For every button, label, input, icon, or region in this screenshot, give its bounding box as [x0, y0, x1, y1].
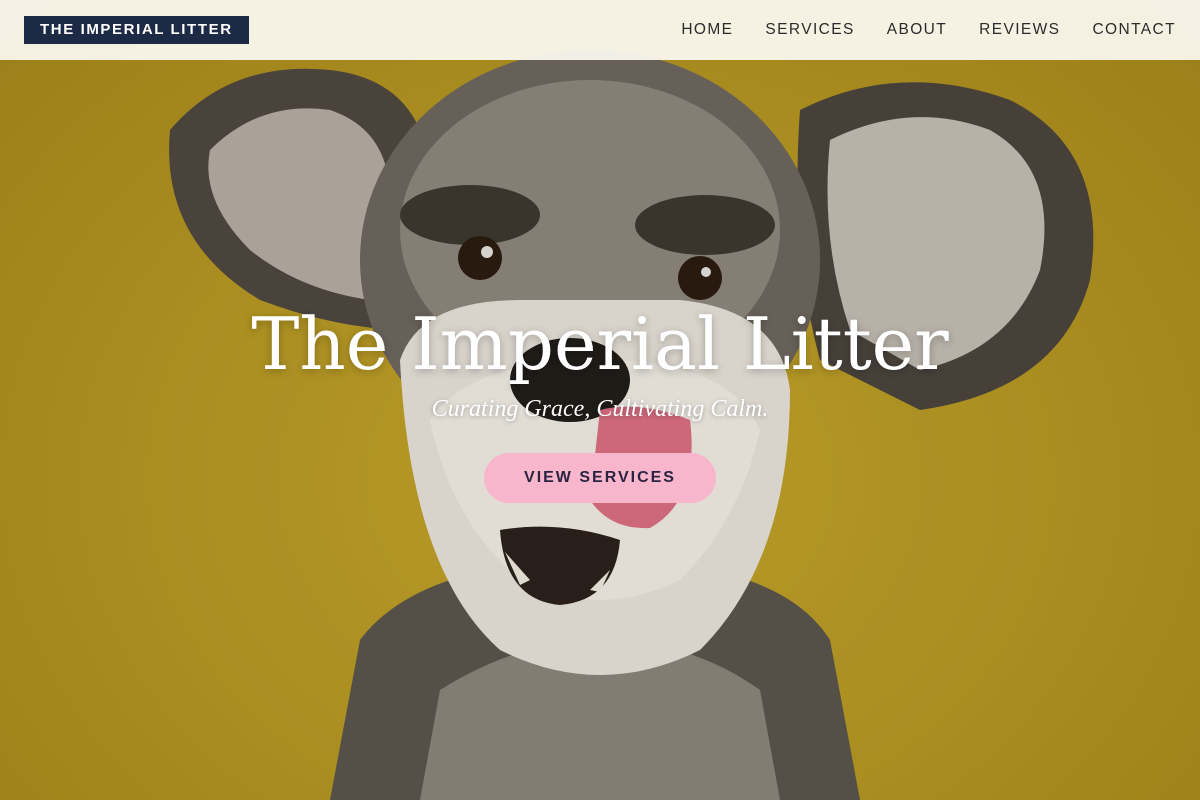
site-header: THE IMPERIAL LITTER HOME SERVICES ABOUT … [0, 0, 1200, 60]
hero-title: The Imperial Litter [251, 302, 949, 386]
nav-contact-link[interactable]: CONTACT [1092, 21, 1176, 39]
hero-section: The Imperial Litter Curating Grace, Cult… [0, 0, 1200, 800]
main-nav: HOME SERVICES ABOUT REVIEWS CONTACT [649, 21, 1176, 39]
hero-content: The Imperial Litter Curating Grace, Cult… [0, 296, 1200, 503]
nav-home-link[interactable]: HOME [681, 21, 733, 39]
hero-subtitle: Curating Grace, Cultivating Calm. [431, 396, 769, 422]
brand-logo[interactable]: THE IMPERIAL LITTER [24, 16, 249, 44]
view-services-button[interactable]: VIEW SERVICES [484, 453, 716, 503]
nav-reviews-link[interactable]: REVIEWS [979, 21, 1060, 39]
nav-about-link[interactable]: ABOUT [887, 21, 947, 39]
nav-services-link[interactable]: SERVICES [765, 21, 854, 39]
